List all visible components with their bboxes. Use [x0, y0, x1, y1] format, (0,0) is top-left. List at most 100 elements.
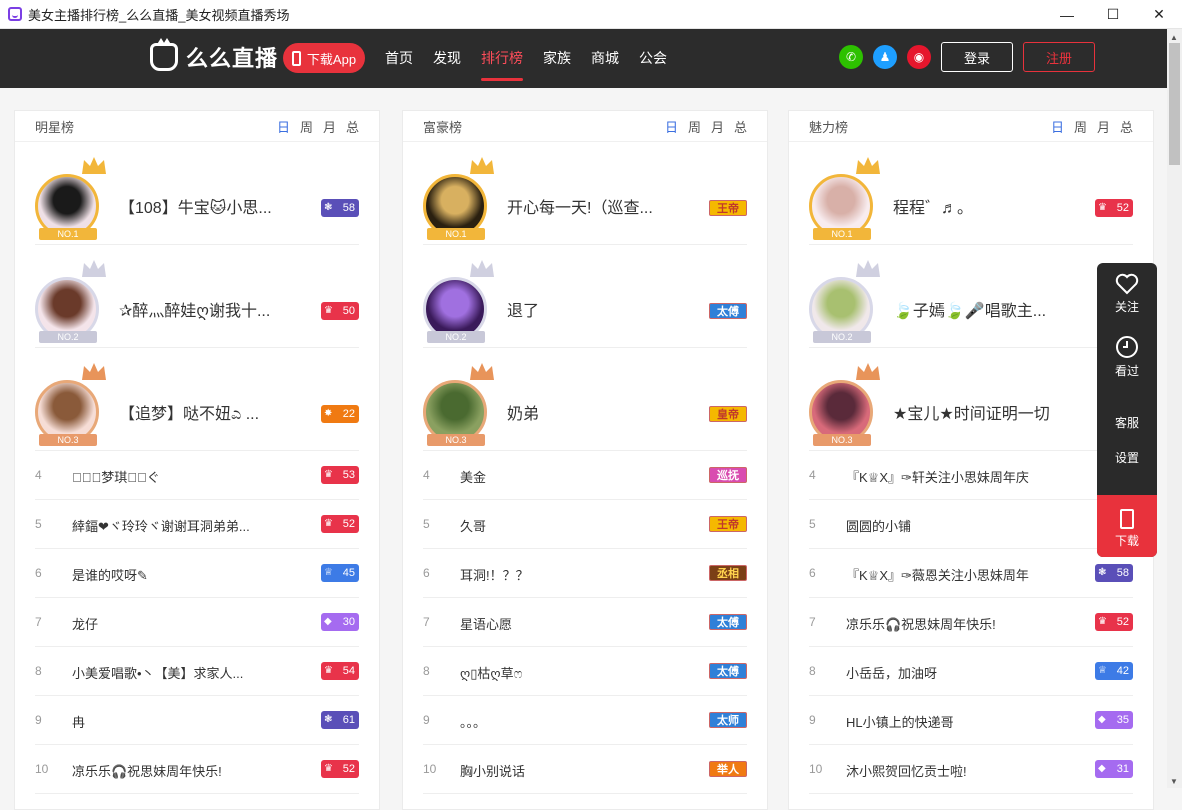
anchor-name[interactable]: ✰醉灬醉娃ღ谢我十...	[119, 297, 299, 321]
rank-row[interactable]: 8 小岳岳，加油呀 ♕ 42	[809, 647, 1133, 696]
anchor-name[interactable]: 【108】牛宝🐱小思...	[119, 194, 299, 218]
settings-item[interactable]: 设置	[1097, 449, 1157, 466]
rank-row[interactable]: 5 久哥 王帝	[423, 500, 747, 549]
rank-row[interactable]: 10 凉乐乐🎧祝思妹周年快乐! ♛ 52	[35, 745, 359, 794]
period-tab[interactable]: 日	[277, 120, 290, 135]
anchor-name[interactable]: 耳洞!！？？	[460, 565, 690, 584]
anchor-name[interactable]: 开心每一天!（巡查...	[507, 194, 687, 218]
anchor-name[interactable]: 星语心愿	[460, 614, 690, 633]
rank-row[interactable]: 7 凉乐乐🎧祝思妹周年快乐! ♛ 52	[809, 598, 1133, 647]
download-app-button[interactable]: 下载App	[283, 43, 365, 73]
follow-item[interactable]: 关注	[1097, 273, 1157, 315]
rank-row[interactable]: 6 是谁的哎呀✎ ♕ 45	[35, 549, 359, 598]
rank-row[interactable]: 7 龙仔 ◆ 30	[35, 598, 359, 647]
close-button[interactable]: ✕	[1136, 0, 1182, 29]
anchor-name[interactable]: ★宝儿★时间证明一切	[893, 400, 1073, 424]
anchor-name[interactable]: 是谁的哎呀✎	[72, 565, 302, 584]
rank-number: 4	[423, 468, 430, 482]
scroll-down-icon[interactable]: ▼	[1170, 777, 1178, 786]
wechat-icon[interactable]: ✆	[839, 45, 863, 69]
anchor-name[interactable]: 小美爱唱歌•丶【美】求家人...	[72, 663, 302, 682]
login-button[interactable]: 登录	[941, 42, 1013, 72]
rank-row[interactable]: 8 ღ▯枯ღ草ෆ 太傅	[423, 647, 747, 696]
nav-link[interactable]: 家族	[543, 29, 571, 88]
anchor-name[interactable]: 龙仔	[72, 614, 302, 633]
anchor-name[interactable]: 美金	[460, 467, 690, 486]
period-tab[interactable]: 总	[1120, 120, 1133, 135]
period-tab[interactable]: 月	[1097, 120, 1110, 135]
anchor-name[interactable]: 小岳岳，加油呀	[846, 663, 1076, 682]
rank-row[interactable]: 9 冉 ❃ 61	[35, 696, 359, 745]
rank-row[interactable]: 4 美金 巡抚	[423, 451, 747, 500]
rank-row[interactable]: 10 沐小熙贺回忆贡士啦! ◆ 31	[809, 745, 1133, 794]
watched-item[interactable]: 看过	[1097, 335, 1157, 379]
period-tab[interactable]: 周	[1074, 120, 1087, 135]
rank-row[interactable]: 9 。。。 太师	[423, 696, 747, 745]
top-rank-item[interactable]: NO.1 【108】牛宝🐱小思... ❃ 58	[35, 142, 359, 245]
top-rank-item[interactable]: NO.2 🍃子嫣🍃🎤唱歌主...	[809, 245, 1133, 348]
anchor-name[interactable]: 胸小别说话	[460, 761, 690, 780]
rank-row[interactable]: 4 ぐ⃢⃝梦琪ิ⃢ぐ ♛ 53	[35, 451, 359, 500]
period-tab[interactable]: 周	[688, 120, 701, 135]
rank-row[interactable]: 5 圆圆的小铺	[809, 500, 1133, 549]
top-rank-item[interactable]: NO.3 ★宝儿★时间证明一切	[809, 348, 1133, 451]
nav-link[interactable]: 首页	[385, 29, 413, 88]
period-tab[interactable]: 周	[300, 120, 313, 135]
period-tab[interactable]: 日	[665, 120, 678, 135]
anchor-name[interactable]: 圆圆的小铺	[846, 516, 1076, 535]
top-rank-item[interactable]: NO.3 奶弟 皇帝	[423, 348, 747, 451]
anchor-name[interactable]: ღ▯枯ღ草ෆ	[460, 663, 690, 682]
rank-row[interactable]: 8 小美爱唱歌•丶【美】求家人... ♛ 54	[35, 647, 359, 696]
anchor-name[interactable]: 奶弟	[507, 400, 687, 424]
nav-link[interactable]: 公会	[639, 29, 667, 88]
rank-row[interactable]: 4 『K♕X』✑轩关注小思妹周年庆	[809, 451, 1133, 500]
nav-link[interactable]: 商城	[591, 29, 619, 88]
anchor-name[interactable]: 。。。	[460, 712, 690, 731]
level-value: 35	[1116, 714, 1129, 726]
period-tab[interactable]: 日	[1051, 120, 1064, 135]
rank-row[interactable]: 6 『K♕X』✑薇恩关注小思妹周年 ❃ 58	[809, 549, 1133, 598]
site-logo[interactable]: 么么直播	[150, 38, 278, 73]
anchor-name[interactable]: 凉乐乐🎧祝思妹周年快乐!	[846, 614, 1076, 633]
anchor-name[interactable]: 退了	[507, 297, 687, 321]
top-rank-item[interactable]: NO.2 退了 太傅	[423, 245, 747, 348]
nav-link[interactable]: 发现	[433, 29, 461, 88]
minimize-button[interactable]: —	[1044, 0, 1090, 29]
period-tab[interactable]: 总	[734, 120, 747, 135]
anchor-name[interactable]: 冉	[72, 712, 302, 731]
service-item[interactable]: 客服	[1097, 414, 1157, 431]
rank-row[interactable]: 5 緈鍢❤ヾ玲玲ヾ谢谢耳洞弟弟... ♛ 52	[35, 500, 359, 549]
period-tab[interactable]: 月	[711, 120, 724, 135]
rank-number: 7	[35, 615, 42, 629]
anchor-name[interactable]: 『K♕X』✑轩关注小思妹周年庆	[846, 467, 1076, 486]
scroll-thumb[interactable]	[1169, 43, 1180, 165]
period-tab[interactable]: 月	[323, 120, 336, 135]
anchor-name[interactable]: 【追梦】哒不妞ಎ ...	[119, 400, 299, 424]
anchor-name[interactable]: 沐小熙贺回忆贡士啦!	[846, 761, 1076, 780]
anchor-name[interactable]: 緈鍢❤ヾ玲玲ヾ谢谢耳洞弟弟...	[72, 516, 302, 535]
rank-row[interactable]: 9 HL小镇上的快递哥 ◆ 35	[809, 696, 1133, 745]
rank-row[interactable]: 6 耳洞!！？？ 丞相	[423, 549, 747, 598]
top-rank-item[interactable]: NO.3 【追梦】哒不妞ಎ ... ✸ 22	[35, 348, 359, 451]
anchor-name[interactable]: HL小镇上的快递哥	[846, 712, 1076, 731]
download-item[interactable]: 下载	[1097, 495, 1157, 557]
maximize-button[interactable]: ☐	[1090, 0, 1136, 29]
nav-link[interactable]: 排行榜	[481, 29, 523, 88]
register-button[interactable]: 注册	[1023, 42, 1095, 72]
top-rank-item[interactable]: NO.1 程程゛♬。 ♛ 52	[809, 142, 1133, 245]
weibo-icon[interactable]: ◉	[907, 45, 931, 69]
page-scrollbar[interactable]: ▲ ▼	[1167, 29, 1182, 788]
rank-row[interactable]: 10 胸小别说话 举人	[423, 745, 747, 794]
top-rank-item[interactable]: NO.2 ✰醉灬醉娃ღ谢我十... ♛ 50	[35, 245, 359, 348]
rank-row[interactable]: 7 星语心愿 太傅	[423, 598, 747, 647]
anchor-name[interactable]: 久哥	[460, 516, 690, 535]
anchor-name[interactable]: 凉乐乐🎧祝思妹周年快乐!	[72, 761, 302, 780]
anchor-name[interactable]: 🍃子嫣🍃🎤唱歌主...	[893, 297, 1073, 321]
qq-icon[interactable]: ♟	[873, 45, 897, 69]
scroll-up-icon[interactable]: ▲	[1170, 33, 1178, 42]
period-tab[interactable]: 总	[346, 120, 359, 135]
anchor-name[interactable]: 程程゛♬。	[893, 194, 1073, 218]
anchor-name[interactable]: 『K♕X』✑薇恩关注小思妹周年	[846, 565, 1076, 584]
anchor-name[interactable]: ぐ⃢⃝梦琪ิ⃢ぐ	[72, 467, 302, 486]
top-rank-item[interactable]: NO.1 开心每一天!（巡查... 王帝	[423, 142, 747, 245]
